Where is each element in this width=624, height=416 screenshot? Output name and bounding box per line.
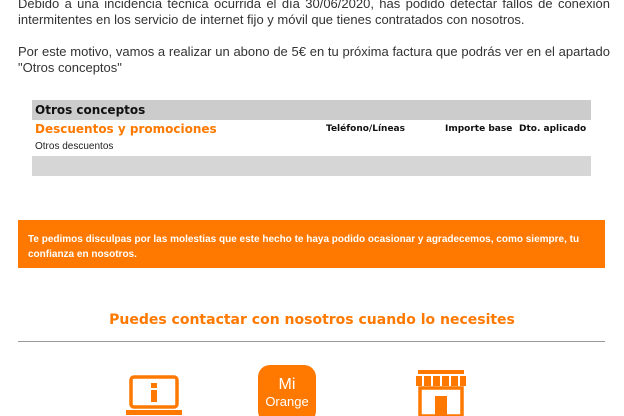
apology-banner: Te pedimos disculpas por las molestias q… [18, 220, 605, 268]
other-concepts-table: Otros conceptos Descuentos y promociones… [32, 100, 591, 176]
mi-orange-label-top: Mi [278, 376, 296, 393]
divider [18, 341, 605, 342]
intro-paragraph-incident: Debido a una incidencia técnica ocurrida… [18, 0, 610, 27]
mi-orange-label-bottom: Orange [265, 394, 309, 409]
store-icon[interactable] [414, 368, 468, 416]
other-concepts-footer-bar [32, 156, 591, 176]
other-concepts-header: Otros conceptos [32, 100, 591, 120]
discounts-section-title: Descuentos y promociones [35, 122, 217, 136]
apology-text: Te pedimos disculpas por las molestias q… [28, 234, 580, 260]
info-laptop-icon[interactable] [126, 374, 182, 416]
column-header-lines: Teléfono/Líneas [326, 124, 405, 134]
intro-text: Debido a una incidencia técnica ocurrida… [18, 0, 610, 76]
column-header-base-amount: Importe base [445, 124, 513, 134]
contact-title: Puedes contactar con nosotros cuando lo … [109, 312, 515, 328]
table-row: Otros descuentos [32, 140, 591, 156]
intro-paragraph-refund: Por este motivo, vamos a realizar un abo… [18, 44, 610, 75]
concepts-column-row: Descuentos y promociones Teléfono/Líneas… [32, 120, 591, 140]
mi-orange-app-icon[interactable]: Mi Orange [258, 365, 316, 416]
column-header-discount-applied: Dto. aplicado [519, 124, 587, 134]
row-label-other-discounts: Otros descuentos [35, 141, 114, 152]
email-body: Debido a una incidencia técnica ocurrida… [0, 0, 624, 416]
